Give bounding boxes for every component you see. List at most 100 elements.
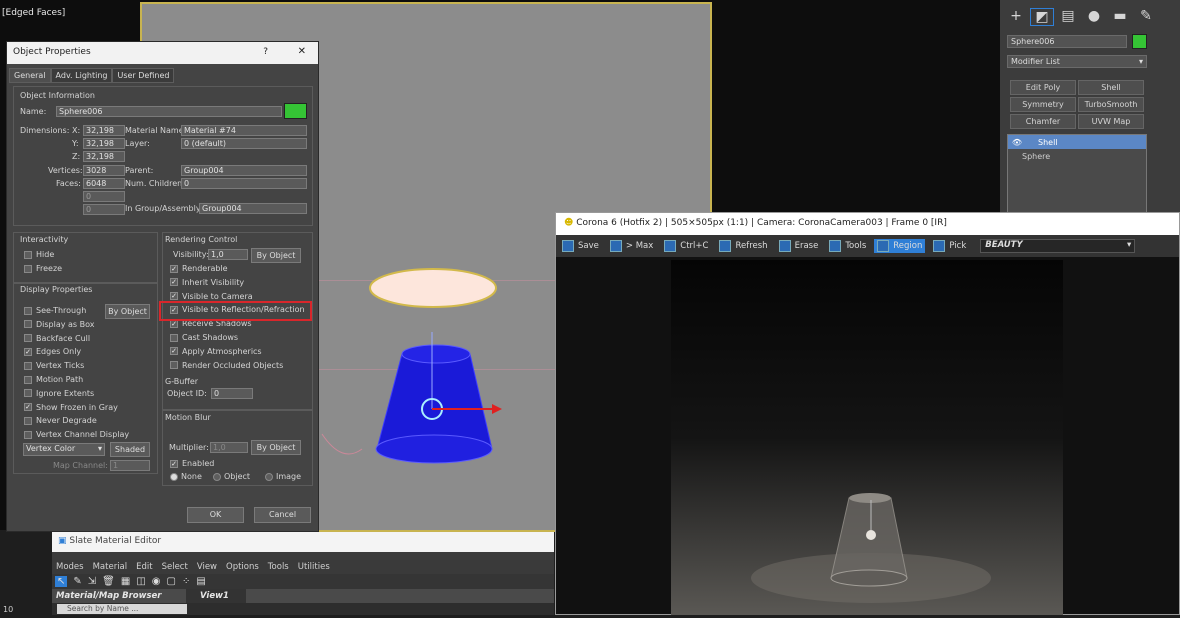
freeze-checkbox[interactable]: Freeze bbox=[24, 264, 62, 273]
render-option-checkbox[interactable]: ✓ Apply Atmospherics bbox=[170, 347, 262, 356]
render-option-checkbox[interactable]: ✓ Renderable bbox=[170, 264, 228, 273]
render-option-checkbox[interactable]: ✓ Visible to Camera bbox=[170, 292, 253, 301]
uvw-map-button[interactable]: UVW Map bbox=[1078, 114, 1144, 129]
checkbox-box[interactable] bbox=[170, 333, 178, 342]
select-tool-icon[interactable]: ↖ bbox=[55, 576, 68, 587]
checkbox-box[interactable] bbox=[24, 306, 32, 315]
region-button[interactable]: Region bbox=[874, 239, 926, 253]
eye-icon[interactable]: 👁 bbox=[1008, 138, 1026, 147]
create-icon[interactable]: + bbox=[1004, 8, 1028, 26]
modifier-list-dropdown[interactable]: Modifier List ▾ bbox=[1007, 55, 1147, 68]
stack-item-shell[interactable]: 👁 Shell bbox=[1008, 135, 1146, 149]
map-channel-field[interactable]: 1 bbox=[110, 460, 150, 471]
motion-icon[interactable]: ● bbox=[1082, 8, 1106, 26]
tab-general[interactable]: General bbox=[9, 68, 51, 83]
shaded-button[interactable]: Shaded bbox=[110, 442, 150, 457]
hierarchy-icon[interactable]: ▤ bbox=[1056, 8, 1080, 26]
show-map-icon[interactable]: ◫ bbox=[136, 576, 145, 587]
render-option-checkbox[interactable]: Render Occluded Objects bbox=[170, 361, 283, 370]
checkbox-box[interactable]: ✓ bbox=[170, 347, 178, 356]
menu-tools[interactable]: Tools bbox=[268, 562, 289, 572]
checkbox-box[interactable]: ✓ bbox=[170, 292, 178, 301]
radio-none[interactable]: None bbox=[170, 472, 202, 481]
modifier-stack[interactable]: 👁 Shell Sphere bbox=[1007, 134, 1147, 214]
checkbox-box[interactable] bbox=[24, 361, 32, 370]
viewport-label[interactable]: [Edged Faces] bbox=[2, 8, 65, 18]
pick-button[interactable]: Pick bbox=[930, 239, 969, 253]
checkbox-box[interactable]: ✓ bbox=[24, 403, 32, 412]
save-button[interactable]: Save bbox=[559, 239, 602, 253]
refresh-button[interactable]: Refresh bbox=[716, 239, 770, 253]
move-children-icon[interactable]: ⁘ bbox=[182, 576, 190, 587]
assign-icon[interactable]: ▦ bbox=[121, 576, 130, 587]
display-option-checkbox[interactable]: Ignore Extents bbox=[24, 389, 94, 398]
ok-button[interactable]: OK bbox=[187, 507, 244, 523]
render-pass-dropdown[interactable]: BEAUTY ▾ bbox=[980, 239, 1136, 253]
display-option-checkbox[interactable]: ✓ Edges Only bbox=[24, 347, 81, 356]
menu-modes[interactable]: Modes bbox=[56, 562, 84, 572]
checkbox-box[interactable] bbox=[24, 416, 32, 425]
object-id-spinner[interactable]: 0 bbox=[211, 388, 253, 399]
tab-user-defined[interactable]: User Defined bbox=[112, 68, 175, 83]
to-max-button[interactable]: > Max bbox=[607, 239, 656, 253]
erase-button[interactable]: Erase bbox=[776, 239, 822, 253]
object-name-field[interactable]: Sphere006 bbox=[1007, 35, 1127, 48]
radio-object[interactable]: Object bbox=[213, 472, 250, 481]
checkbox-box[interactable]: ✓ bbox=[170, 264, 178, 273]
vertex-color-dropdown[interactable]: Vertex Color ▾ bbox=[23, 443, 105, 456]
put-to-scene-icon[interactable]: ⇲ bbox=[88, 576, 96, 587]
chamfer-button[interactable]: Chamfer bbox=[1010, 114, 1076, 129]
symmetry-button[interactable]: Symmetry bbox=[1010, 97, 1076, 112]
object-color-swatch[interactable] bbox=[1132, 34, 1147, 49]
browser-search-input[interactable]: Search by Name ... bbox=[57, 604, 187, 614]
edit-poly-button[interactable]: Edit Poly bbox=[1010, 80, 1076, 95]
checkbox-box[interactable] bbox=[24, 389, 32, 398]
layout-icon[interactable]: ▤ bbox=[196, 576, 205, 587]
display-option-checkbox[interactable]: Vertex Channel Display bbox=[24, 430, 129, 439]
cancel-button[interactable]: Cancel bbox=[254, 507, 311, 523]
display-option-checkbox[interactable]: See-Through bbox=[24, 306, 86, 315]
checkbox-box[interactable]: ✓ bbox=[24, 347, 32, 356]
name-field[interactable]: Sphere006 bbox=[56, 106, 282, 117]
dimension-z-field[interactable]: 32,198 bbox=[83, 151, 125, 162]
menu-view[interactable]: View bbox=[197, 562, 217, 572]
sample-type-icon[interactable]: ▢ bbox=[167, 576, 176, 587]
pick-material-icon[interactable]: ✎ bbox=[73, 576, 81, 587]
hide-checkbox[interactable]: Hide bbox=[24, 250, 54, 259]
radio-image[interactable]: Image bbox=[265, 472, 301, 481]
tools-button[interactable]: Tools bbox=[826, 239, 869, 253]
checkbox-box[interactable] bbox=[24, 430, 32, 439]
menu-options[interactable]: Options bbox=[226, 562, 259, 572]
menu-edit[interactable]: Edit bbox=[136, 562, 152, 572]
checkbox-box[interactable] bbox=[170, 361, 178, 370]
display-option-checkbox[interactable]: Display as Box bbox=[24, 320, 95, 329]
modify-icon[interactable]: ◩ bbox=[1030, 8, 1054, 26]
tab-adv-lighting[interactable]: Adv. Lighting bbox=[50, 68, 113, 83]
display-option-checkbox[interactable]: Vertex Ticks bbox=[24, 361, 84, 370]
display-option-checkbox[interactable]: Never Degrade bbox=[24, 416, 97, 425]
multiplier-spinner[interactable]: 1,0 bbox=[210, 442, 248, 453]
visibility-by-object-button[interactable]: By Object bbox=[251, 248, 301, 263]
shell-button[interactable]: Shell bbox=[1078, 80, 1144, 95]
checkbox-box[interactable]: ✓ bbox=[170, 278, 178, 287]
menu-material[interactable]: Material bbox=[93, 562, 128, 572]
copy-button[interactable]: Ctrl+C bbox=[661, 239, 711, 253]
display-option-checkbox[interactable]: Motion Path bbox=[24, 375, 83, 384]
checkbox-box[interactable] bbox=[24, 375, 32, 384]
display-option-checkbox[interactable]: ✓ Show Frozen in Gray bbox=[24, 403, 118, 412]
menu-select[interactable]: Select bbox=[162, 562, 188, 572]
enabled-checkbox[interactable]: ✓ Enabled bbox=[170, 459, 214, 468]
view1-tab[interactable]: View1 bbox=[186, 589, 246, 603]
turbosmooth-button[interactable]: TurboSmooth bbox=[1078, 97, 1144, 112]
motion-blur-by-object-button[interactable]: By Object bbox=[251, 440, 301, 455]
dimension-x-field[interactable]: 32,198 bbox=[83, 125, 125, 136]
delete-icon[interactable]: 🗑 bbox=[102, 576, 115, 587]
display-option-checkbox[interactable]: Backface Cull bbox=[24, 334, 90, 343]
background-icon[interactable]: ◉ bbox=[152, 576, 161, 587]
dimension-y-field[interactable]: 32,198 bbox=[83, 138, 125, 149]
render-image[interactable] bbox=[671, 260, 1063, 615]
utilities-icon[interactable]: ✎ bbox=[1134, 8, 1158, 26]
visibility-spinner[interactable]: 1,0 bbox=[208, 249, 248, 260]
render-option-checkbox[interactable]: Cast Shadows bbox=[170, 333, 238, 342]
render-option-checkbox[interactable]: ✓ Inherit Visibility bbox=[170, 278, 244, 287]
